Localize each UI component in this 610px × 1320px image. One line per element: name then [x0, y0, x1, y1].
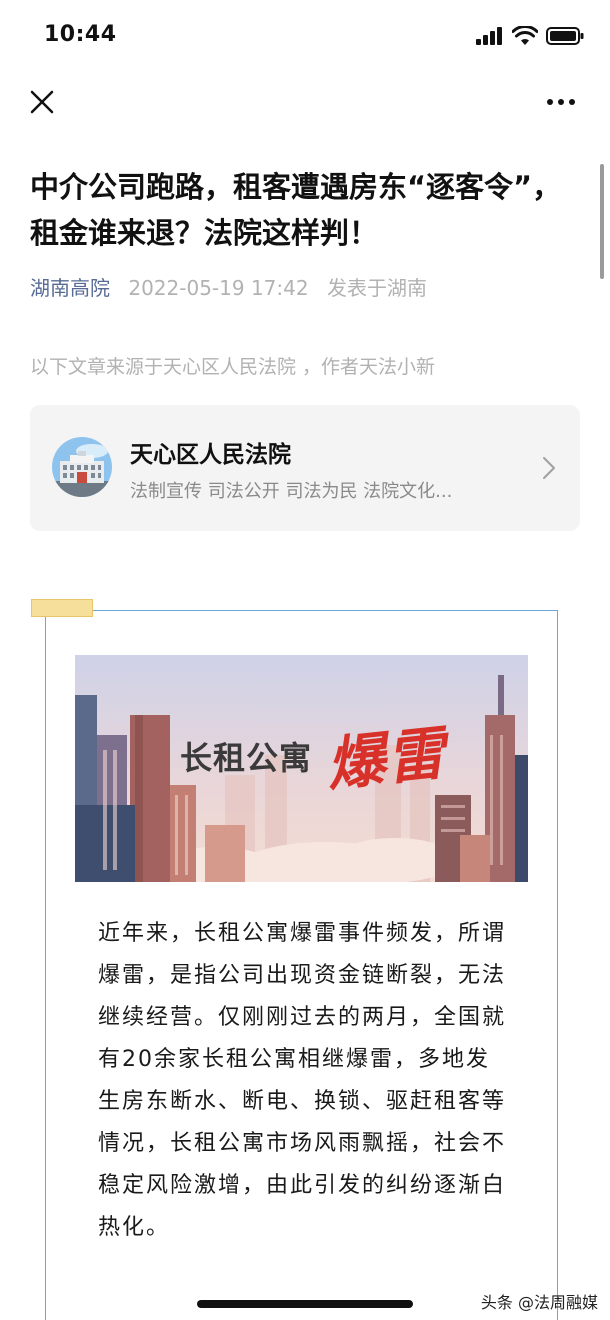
article-title: 中介公司跑路，租客遭遇房东“逐客令”，租金谁来退？法院这样判！ [30, 170, 562, 250]
publish-time: 2022-05-19 17:42 [128, 276, 309, 300]
account-description: 法制宣传 司法公开 司法为民 法院文化... [130, 481, 453, 502]
scrollbar[interactable] [600, 164, 604, 279]
banner-title: 长租公寓 [180, 739, 313, 777]
home-indicator[interactable] [197, 1300, 413, 1308]
close-button[interactable] [26, 86, 58, 118]
source-note: 以下文章来源于天心区人民法院 ，作者天法小新 [30, 356, 436, 378]
more-icon [547, 99, 575, 105]
banner-highlight: 爆雷 [323, 718, 450, 800]
status-bar: 10:44 [0, 0, 610, 72]
account-card[interactable]: 天心区人民法院 法制宣传 司法公开 司法为民 法院文化... [30, 405, 580, 531]
account-avatar [52, 437, 112, 497]
publish-location: 发表于湖南 [326, 276, 427, 300]
status-time: 10:44 [44, 22, 117, 47]
article-paragraph: 近年来，长租公寓爆雷事件频发，所谓爆雷，是指公司出现资金链断裂，无法继续经营。仅… [98, 921, 507, 1240]
watermark: 头条 @法周融媒 [480, 1293, 598, 1312]
chevron-right-icon [543, 457, 555, 479]
account-name: 天心区人民法院 [130, 442, 291, 468]
battery-icon [546, 27, 584, 45]
status-icons [476, 26, 584, 46]
wifi-icon [512, 26, 538, 45]
author-link[interactable]: 湖南高院 [30, 276, 110, 300]
more-button[interactable] [546, 90, 576, 114]
decorative-tag [31, 599, 93, 617]
article-meta: 湖南高院 2022-05-19 17:42 发表于湖南 [30, 273, 427, 303]
cellular-signal-icon [476, 27, 502, 45]
close-icon [30, 90, 54, 114]
